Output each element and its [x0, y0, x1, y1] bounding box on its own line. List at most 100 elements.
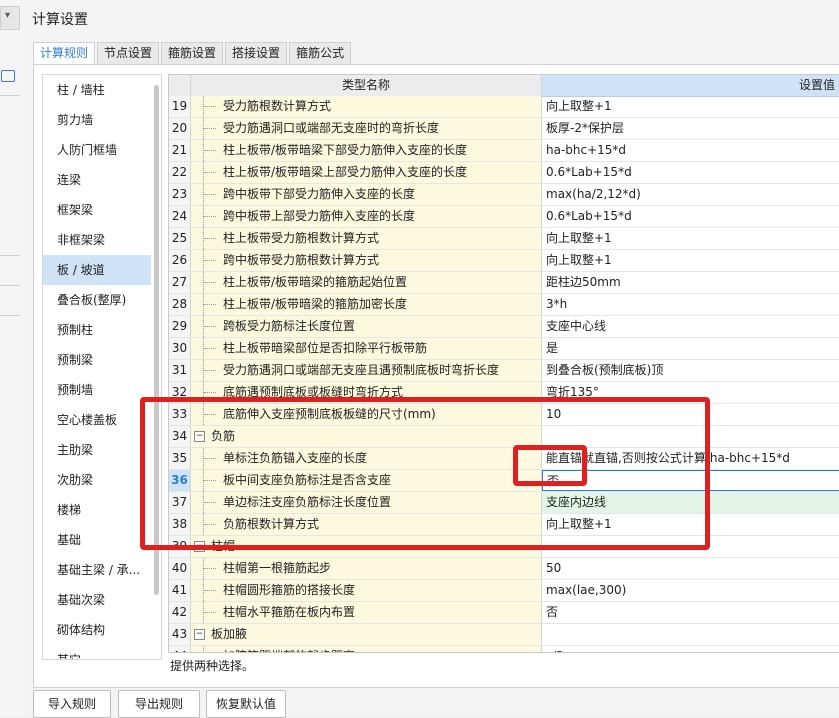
setting-value-cell[interactable]: [542, 536, 839, 557]
setting-value-cell[interactable]: ha-bhc+15*d: [542, 140, 839, 161]
table-row[interactable]: 24 跨中板带上部受力筋伸入支座的长度 0.6*Lab+15*d: [169, 206, 839, 228]
group-row[interactable]: 39− 柱帽: [169, 536, 839, 558]
table-row[interactable]: 25 柱上板带受力筋根数计算方式 向上取整+1: [169, 228, 839, 250]
setting-value-cell[interactable]: max(ha/2,12*d): [542, 184, 839, 205]
table-row[interactable]: 29 跨板受力筋标注长度位置 支座中心线: [169, 316, 839, 338]
table-row[interactable]: 32 底筋遇预制底板或板缝时弯折方式 弯折135°: [169, 382, 839, 404]
row-name-cell: 柱上板带/板带暗梁上部受力筋伸入支座的长度: [191, 162, 542, 183]
table-row[interactable]: 27 柱上板带/板带暗梁的箍筋起始位置 距柱边50mm: [169, 272, 839, 294]
reset-default-button[interactable]: 恢复默认值: [206, 690, 286, 718]
category-item[interactable]: 次肋梁: [43, 465, 161, 495]
setting-value-cell[interactable]: 0.6*Lab+15*d: [542, 206, 839, 227]
table-row[interactable]: 23 跨中板带下部受力筋伸入支座的长度 max(ha/2,12*d): [169, 184, 839, 206]
setting-value-cell[interactable]: 是: [542, 338, 839, 359]
table-row[interactable]: 44 加腋筋距端部的起步距离 s/2: [169, 646, 839, 652]
col-header-value[interactable]: 设置值: [542, 75, 839, 96]
category-item[interactable]: 基础次梁: [43, 585, 161, 615]
tree-branch: [204, 524, 216, 525]
table-row[interactable]: 38 负筋根数计算方式 向上取整+1: [169, 514, 839, 536]
category-item[interactable]: 砌体结构: [43, 615, 161, 645]
setting-value-cell[interactable]: [542, 426, 839, 447]
category-item[interactable]: 预制梁: [43, 345, 161, 375]
row-number: 36: [169, 470, 191, 491]
setting-value-cell[interactable]: 0.6*Lab+15*d: [542, 162, 839, 183]
setting-value-cell[interactable]: s/2: [542, 646, 839, 652]
table-row[interactable]: 21 柱上板带/板带暗梁下部受力筋伸入支座的长度 ha-bhc+15*d: [169, 140, 839, 162]
row-name-cell: 板中间支座负筋标注是否含支座: [191, 470, 542, 491]
setting-name: 柱上板带/板带暗梁的箍筋加密长度: [223, 297, 408, 311]
tab-stirrup-formula[interactable]: 箍筋公式: [289, 42, 352, 65]
setting-value-cell[interactable]: 距柱边50mm: [542, 272, 839, 293]
tree-branch: [204, 590, 216, 591]
setting-value-cell[interactable]: 向上取整+1: [542, 228, 839, 249]
category-item[interactable]: 预制墙: [43, 375, 161, 405]
category-item[interactable]: 基础: [43, 525, 161, 555]
group-label: 负筋: [211, 429, 236, 443]
category-item[interactable]: 剪力墙: [43, 105, 161, 135]
setting-value-cell[interactable]: 向上取整+1: [542, 96, 839, 117]
tab-stirrup-settings[interactable]: 箍筋设置: [161, 42, 224, 65]
setting-value-cell[interactable]: 3*h: [542, 294, 839, 315]
setting-value-cell[interactable]: 支座中心线: [542, 316, 839, 337]
table-row[interactable]: 40 柱帽第一根箍筋起步 50: [169, 558, 839, 580]
setting-value-cell[interactable]: max(lae,300): [542, 580, 839, 601]
setting-value-cell[interactable]: 到叠合板(预制底板)顶: [542, 360, 839, 381]
category-item[interactable]: 其它: [43, 645, 161, 659]
category-item[interactable]: 连梁: [43, 165, 161, 195]
row-name-cell: 跨中板带上部受力筋伸入支座的长度: [191, 206, 542, 227]
category-item[interactable]: 非框架梁: [43, 225, 161, 255]
category-item[interactable]: 主肋梁: [43, 435, 161, 465]
category-item[interactable]: 柱 / 墙柱: [43, 75, 161, 105]
setting-value-cell[interactable]: 向上取整+1: [542, 514, 839, 535]
setting-value-cell[interactable]: 否: [542, 602, 839, 623]
setting-value-cell[interactable]: 10: [542, 404, 839, 425]
table-row[interactable]: 31 受力筋遇洞口或端部无支座且遇预制底板时弯折长度 到叠合板(预制底板)顶: [169, 360, 839, 382]
setting-value-cell[interactable]: 否: [542, 470, 839, 491]
tree-branch: [204, 370, 216, 371]
tab-calc-rules[interactable]: 计算规则: [33, 42, 96, 66]
category-item[interactable]: 人防门框墙: [43, 135, 161, 165]
setting-value-cell[interactable]: 能直锚就直锚,否则按公式计算:ha-bhc+15*d: [542, 448, 839, 469]
export-rules-button[interactable]: 导出规则: [118, 690, 200, 718]
setting-value-cell[interactable]: 板厚-2*保护层: [542, 118, 839, 139]
table-row[interactable]: 35 单标注负筋锚入支座的长度 能直锚就直锚,否则按公式计算:ha-bhc+15*d: [169, 448, 839, 470]
table-row[interactable]: 41 柱帽圆形箍筋的搭接长度 max(lae,300): [169, 580, 839, 602]
group-row[interactable]: 43− 板加腋: [169, 624, 839, 646]
row-name-cell: 单边标注支座负筋标注长度位置: [191, 492, 542, 513]
table-row[interactable]: 37 单边标注支座负筋标注长度位置 支座内边线: [169, 492, 839, 514]
category-item[interactable]: 框架梁: [43, 195, 161, 225]
category-item[interactable]: 板 / 坡道: [43, 255, 151, 285]
category-item[interactable]: 基础主梁 / 承...: [43, 555, 161, 585]
table-row[interactable]: 36 板中间支座负筋标注是否含支座 否: [169, 470, 839, 492]
tab-lap-settings[interactable]: 搭接设置: [225, 42, 288, 65]
grid-rows: 19 受力筋根数计算方式 向上取整+1 20 受力筋遇洞口或端部无支座时的弯折长度 板厚-…: [169, 96, 839, 652]
table-row[interactable]: 42 柱帽水平箍筋在板内布置 否: [169, 602, 839, 624]
group-row[interactable]: 34− 负筋: [169, 426, 839, 448]
collapse-icon[interactable]: −: [194, 541, 205, 552]
category-item[interactable]: 预制柱: [43, 315, 161, 345]
table-row[interactable]: 19 受力筋根数计算方式 向上取整+1: [169, 96, 839, 118]
category-item[interactable]: 空心楼盖板: [43, 405, 161, 435]
collapse-icon[interactable]: −: [194, 431, 205, 442]
table-row[interactable]: 28 柱上板带/板带暗梁的箍筋加密长度 3*h: [169, 294, 839, 316]
tree-branch: [204, 238, 216, 239]
category-item[interactable]: 楼梯: [43, 495, 161, 525]
col-header-name[interactable]: 类型名称: [191, 75, 542, 96]
tree-branch: [204, 216, 216, 217]
table-row[interactable]: 33 底筋伸入支座预制底板板缝的尺寸(mm) 10: [169, 404, 839, 426]
category-scrollbar[interactable]: [154, 85, 159, 595]
table-row[interactable]: 20 受力筋遇洞口或端部无支座时的弯折长度 板厚-2*保护层: [169, 118, 839, 140]
setting-value-cell[interactable]: 弯折135°: [542, 382, 839, 403]
setting-value-cell[interactable]: 支座内边线: [542, 492, 839, 513]
table-row[interactable]: 26 跨中板带受力筋根数计算方式 向上取整+1: [169, 250, 839, 272]
row-number: 25: [169, 228, 191, 249]
collapse-icon[interactable]: −: [194, 629, 205, 640]
tab-node-settings[interactable]: 节点设置: [97, 42, 160, 65]
import-rules-button[interactable]: 导入规则: [33, 690, 111, 718]
table-row[interactable]: 30 柱上板带暗梁部位是否扣除平行板带筋 是: [169, 338, 839, 360]
setting-value-cell[interactable]: 向上取整+1: [542, 250, 839, 271]
setting-value-cell[interactable]: [542, 624, 839, 645]
table-row[interactable]: 22 柱上板带/板带暗梁上部受力筋伸入支座的长度 0.6*Lab+15*d: [169, 162, 839, 184]
setting-value-cell[interactable]: 50: [542, 558, 839, 579]
category-item[interactable]: 叠合板(整厚): [43, 285, 161, 315]
